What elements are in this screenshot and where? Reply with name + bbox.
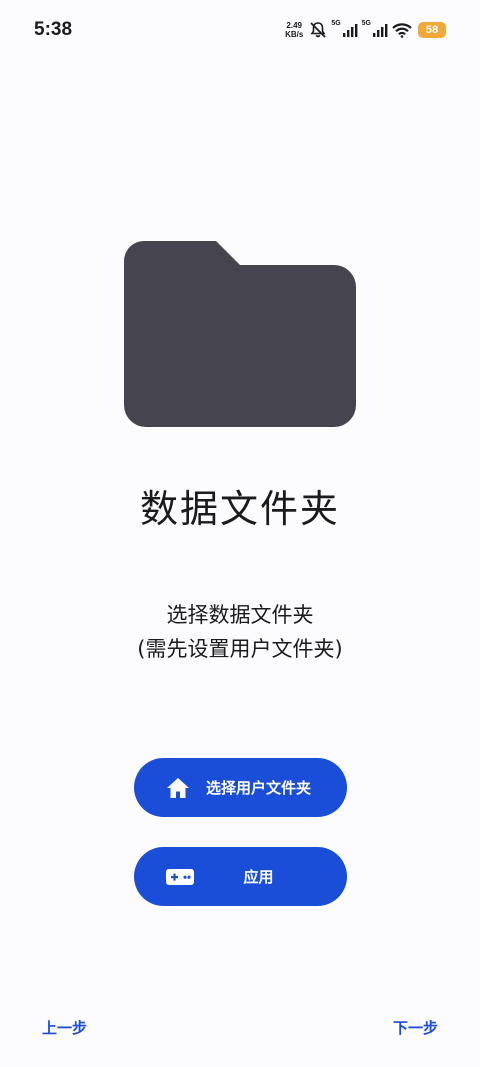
previous-step-button[interactable]: 上一步 [42, 1017, 87, 1038]
signal-icon [372, 22, 388, 38]
next-step-button[interactable]: 下一步 [393, 1017, 438, 1038]
battery-icon: 58 [418, 22, 446, 38]
select-user-folder-label: 选择用户文件夹 [205, 780, 311, 797]
network-speed-value: 2.49 [286, 21, 302, 30]
apply-label: 应用 [243, 869, 274, 886]
status-icons: 2.49 KB/s 5G 5G 58 [285, 18, 446, 42]
sim2-network-type: 5G [361, 20, 371, 27]
signal-icon [342, 22, 358, 38]
network-speed: 2.49 KB/s [285, 21, 303, 39]
mute-icon [309, 21, 327, 39]
network-speed-unit: KB/s [285, 30, 304, 39]
apply-button[interactable]: 应用 [134, 847, 347, 906]
folder-icon [124, 241, 356, 427]
page-description: 选择数据文件夹 (需先设置用户文件夹) [0, 598, 480, 666]
status-bar: 5:38 2.49 KB/s 5G 5G 58 [0, 0, 480, 60]
home-icon [166, 777, 190, 799]
description-hint: (需先设置用户文件夹) [137, 637, 343, 661]
wifi-icon [392, 22, 412, 38]
sim1-network-type: 5G [331, 20, 341, 27]
description-line: 选择数据文件夹 [166, 603, 314, 627]
page-title: 数据文件夹 [139, 487, 340, 531]
status-time: 5:38 [34, 19, 73, 40]
select-user-folder-button[interactable]: 选择用户文件夹 [134, 758, 347, 817]
